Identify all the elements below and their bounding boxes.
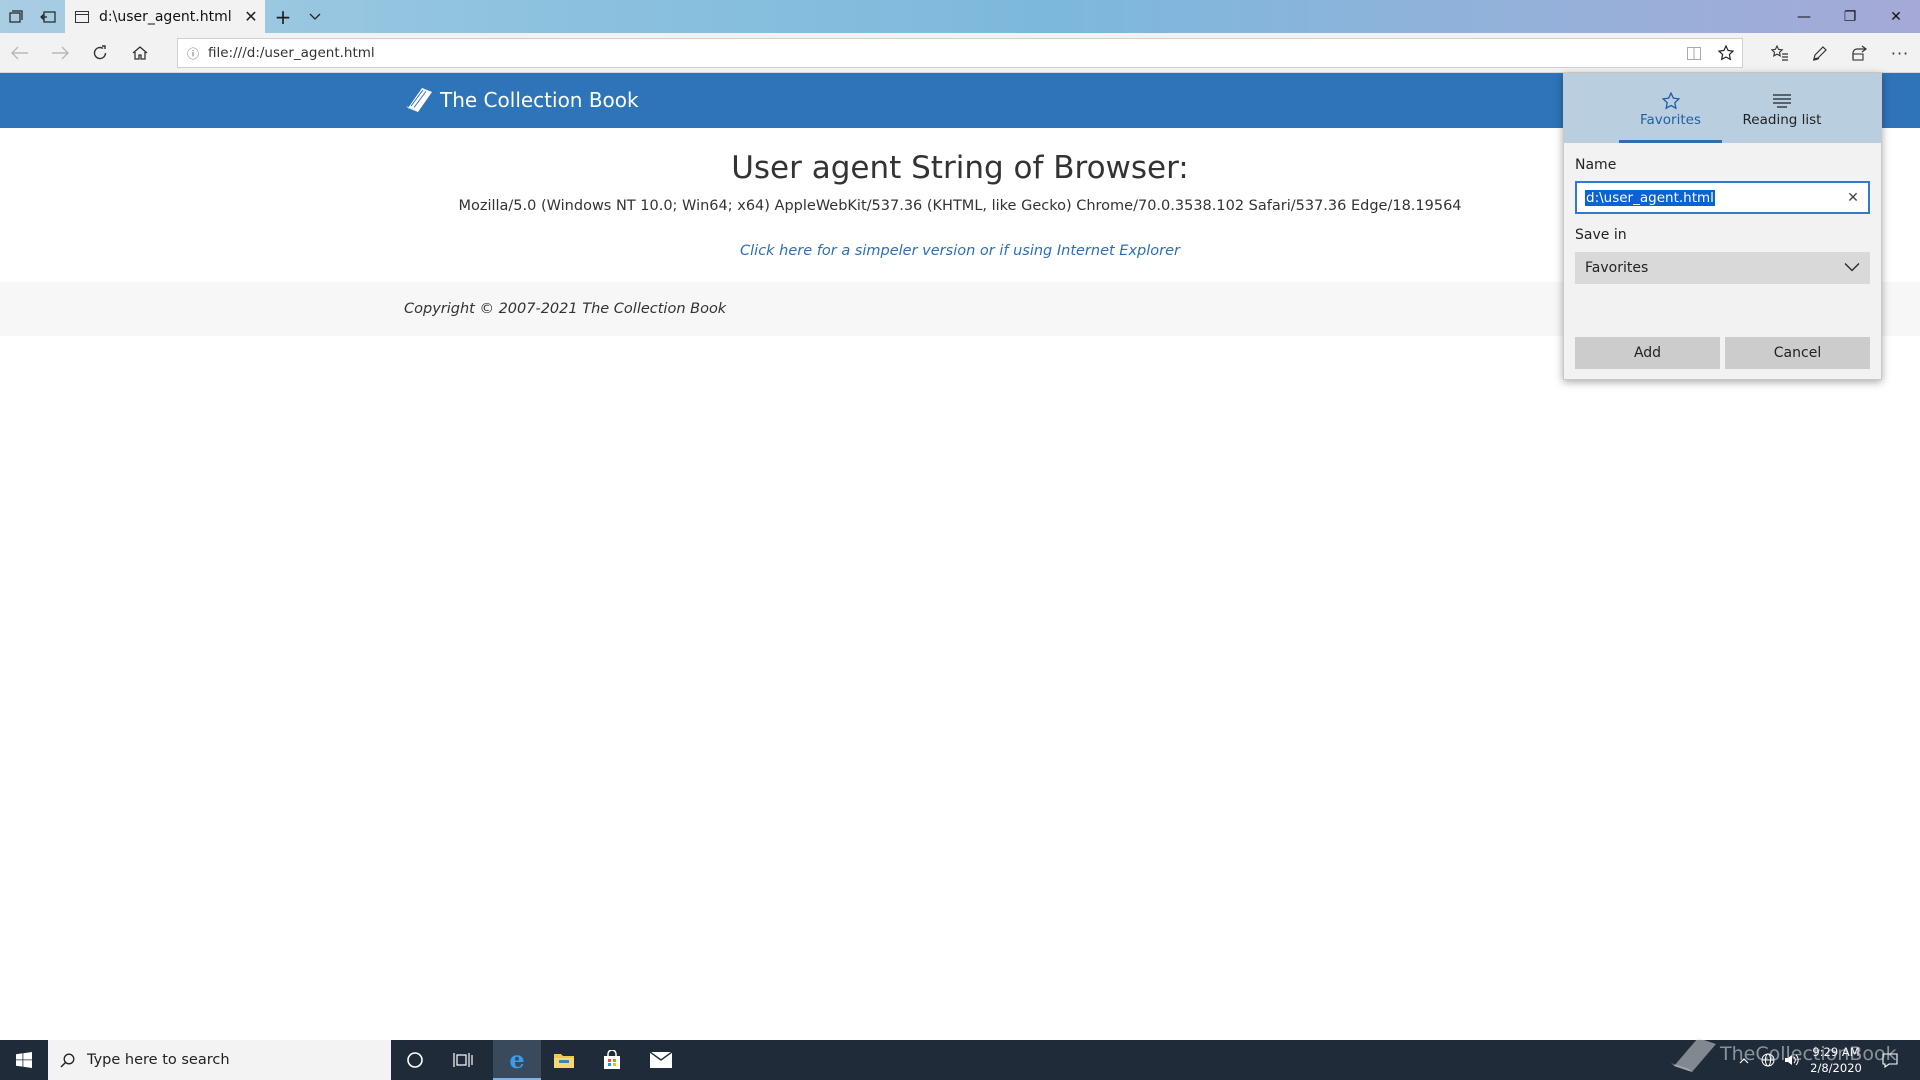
tab-title: d:\user_agent.html bbox=[99, 8, 232, 25]
save-in-dropdown[interactable]: Favorites bbox=[1575, 252, 1870, 284]
close-tab-icon[interactable]: ✕ bbox=[237, 0, 265, 33]
file-explorer-icon[interactable] bbox=[540, 1040, 588, 1080]
set-aside-tabs-icon[interactable] bbox=[32, 0, 64, 33]
tab-actions-icon[interactable] bbox=[0, 0, 32, 33]
edge-browser-icon[interactable]: e bbox=[493, 1040, 541, 1080]
name-label: Name bbox=[1575, 157, 1617, 173]
address-input[interactable]: file:///d:/user_agent.html bbox=[208, 45, 1678, 61]
favorite-name-field[interactable]: d:\user_agent.html ✕ bbox=[1575, 181, 1870, 214]
taskbar: Type here to search e 9:29 AM 2/8/2020 bbox=[0, 1040, 1920, 1080]
store-icon[interactable] bbox=[588, 1040, 636, 1080]
star-icon bbox=[1661, 90, 1680, 112]
favorites-hub-icon[interactable] bbox=[1760, 33, 1800, 73]
watermark-text: TheCollectionBook bbox=[1720, 1043, 1897, 1065]
refresh-icon[interactable] bbox=[80, 33, 120, 73]
tab-favorites[interactable]: Favorites bbox=[1619, 74, 1722, 143]
restore-button[interactable]: ❐ bbox=[1827, 0, 1873, 33]
share-icon[interactable] bbox=[1840, 33, 1880, 73]
task-view-icon[interactable] bbox=[439, 1040, 487, 1080]
close-window-button[interactable]: ✕ bbox=[1873, 0, 1919, 33]
site-info-icon[interactable]: ⓘ bbox=[178, 45, 208, 62]
browser-tab[interactable]: d:\user_agent.html ✕ bbox=[65, 0, 265, 33]
brand-name: The Collection Book bbox=[440, 88, 639, 112]
windows-start-icon[interactable] bbox=[0, 1040, 48, 1080]
search-icon bbox=[60, 1053, 75, 1067]
address-bar[interactable]: ⓘ file:///d:/user_agent.html bbox=[177, 38, 1743, 68]
navigation-bar: ⓘ file:///d:/user_agent.html ··· bbox=[0, 33, 1920, 73]
tab-preview-chevron-icon[interactable] bbox=[299, 0, 331, 33]
book-logo-icon bbox=[406, 88, 432, 112]
add-favorite-panel: Favorites Reading list Name d:\user_agen… bbox=[1563, 73, 1882, 380]
minimize-button[interactable]: — bbox=[1781, 0, 1827, 33]
title-bar: d:\user_agent.html ✕ + — ❐ ✕ bbox=[0, 0, 1920, 33]
watermark-book-icon bbox=[1671, 1038, 1716, 1072]
tab-reading-list[interactable]: Reading list bbox=[1732, 74, 1832, 143]
new-tab-icon[interactable]: + bbox=[267, 0, 299, 33]
tab-favorites-label: Favorites bbox=[1640, 111, 1701, 128]
favorites-panel-tabs: Favorites Reading list bbox=[1564, 74, 1881, 143]
forward-arrow-icon[interactable] bbox=[40, 33, 80, 73]
site-brand[interactable]: The Collection Book bbox=[404, 85, 639, 115]
favorite-star-icon[interactable] bbox=[1710, 38, 1742, 68]
home-icon[interactable] bbox=[120, 33, 160, 73]
reading-view-icon[interactable] bbox=[1678, 38, 1710, 68]
page-icon bbox=[75, 10, 89, 23]
cortana-icon[interactable] bbox=[391, 1040, 439, 1080]
more-menu-icon[interactable]: ··· bbox=[1880, 33, 1920, 73]
back-arrow-icon[interactable] bbox=[0, 33, 40, 73]
copyright-text: Copyright © 2007-2021 The Collection Boo… bbox=[404, 301, 727, 317]
cancel-button[interactable]: Cancel bbox=[1725, 337, 1870, 369]
chevron-down-icon bbox=[1844, 260, 1860, 276]
favorite-name-value: d:\user_agent.html bbox=[1585, 189, 1715, 206]
mail-icon[interactable] bbox=[637, 1040, 685, 1080]
tab-reading-list-label: Reading list bbox=[1742, 111, 1822, 128]
pen-notes-icon[interactable] bbox=[1800, 33, 1840, 73]
reading-list-icon bbox=[1772, 90, 1792, 112]
save-in-label: Save in bbox=[1575, 227, 1627, 243]
clear-icon[interactable]: ✕ bbox=[1842, 187, 1864, 209]
search-placeholder: Type here to search bbox=[87, 1052, 230, 1068]
save-in-value: Favorites bbox=[1585, 260, 1649, 276]
watermark: TheCollectionBook bbox=[1668, 1034, 1897, 1074]
taskbar-search[interactable]: Type here to search bbox=[48, 1040, 391, 1080]
add-button[interactable]: Add bbox=[1575, 337, 1720, 369]
